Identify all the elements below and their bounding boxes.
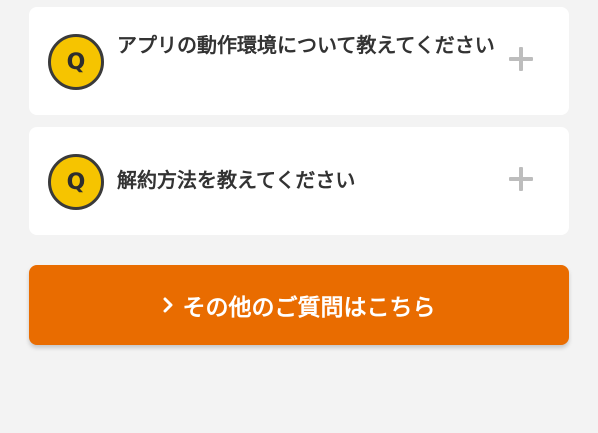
q-badge: Q bbox=[48, 34, 104, 90]
faq-question: アプリの動作環境について教えてください bbox=[117, 33, 495, 57]
q-badge-letter: Q bbox=[66, 49, 86, 75]
plus-icon[interactable] bbox=[509, 47, 533, 71]
other-questions-button[interactable]: その他のご質問はこちら bbox=[29, 265, 569, 345]
chevron-right-icon bbox=[163, 297, 173, 313]
q-badge-letter: Q bbox=[66, 169, 86, 195]
other-questions-label: その他のご質問はこちら bbox=[182, 295, 436, 321]
plus-icon[interactable] bbox=[509, 167, 533, 191]
faq-question: 解約方法を教えてください bbox=[117, 168, 356, 192]
q-badge: Q bbox=[48, 154, 104, 210]
faq-item[interactable]: Q 解約方法を教えてください bbox=[29, 127, 569, 235]
faq-item[interactable]: Q アプリの動作環境について教えてください bbox=[29, 7, 569, 115]
